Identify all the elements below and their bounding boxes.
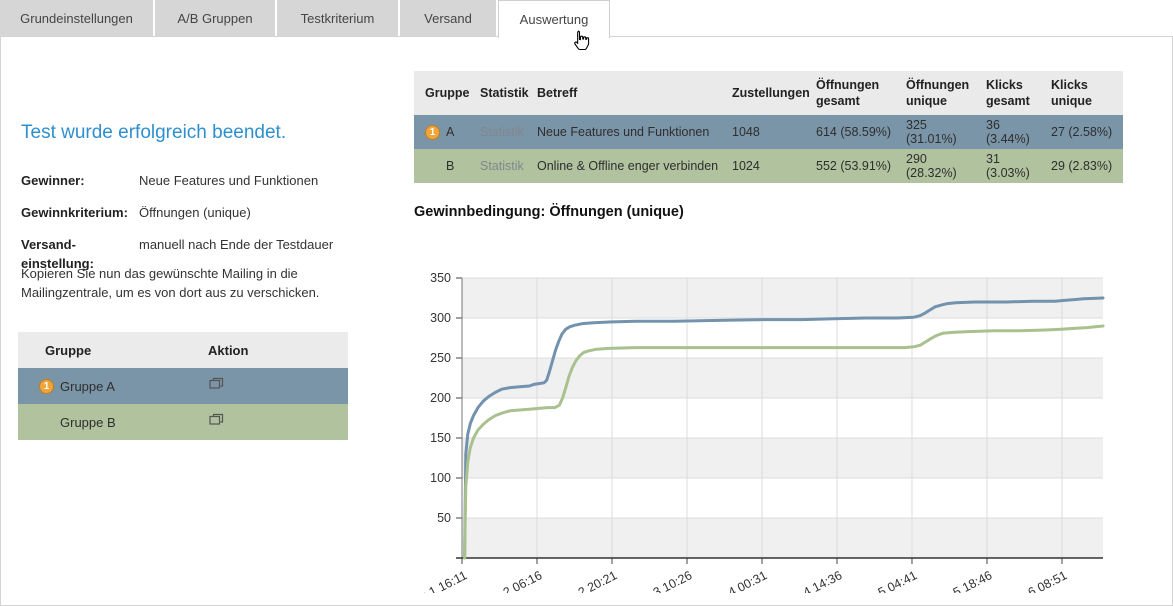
detail-gewinner: Gewinner: Neue Features und Funktionen xyxy=(21,172,381,191)
x-tick-label: Tag 5 18:46 xyxy=(930,568,995,593)
chart-band xyxy=(462,438,1103,478)
result-message: Test wurde erfolgreich beendet. xyxy=(21,122,286,144)
tab-auswertung[interactable]: Auswertung xyxy=(498,0,610,38)
detail-gewinnkriterium: Gewinnkriterium: Öffnungen (unique) xyxy=(21,204,381,223)
group-letter: A xyxy=(446,125,454,139)
stats-row-b: B Statistik Online & Offline enger verbi… xyxy=(414,149,1123,183)
chart-area: 50 100 150 200 250 300 350 Tag 1 16:11 Tag 2 06:… xyxy=(411,233,1173,593)
betreff-cell: Online & Offline enger verbinden xyxy=(537,159,732,173)
klicks-unique-cell: 27 (2.58%) xyxy=(1051,125,1123,139)
column-header-statistik: Statistik xyxy=(480,85,537,101)
klicks-gesamt-cell: 36 (3.44%) xyxy=(986,118,1051,146)
x-tick-label: Tag 4 14:36 xyxy=(780,568,845,593)
column-header-betreff: Betreff xyxy=(537,85,732,101)
detail-value: Öffnungen (unique) xyxy=(139,204,251,223)
group-table-header: Gruppe Aktion xyxy=(18,332,348,368)
group-name: Gruppe B xyxy=(60,415,116,430)
y-tick-label: 250 xyxy=(430,351,451,365)
tab-grundeinstellungen[interactable]: Grundeinstellungen xyxy=(0,0,153,36)
y-tick-label: 100 xyxy=(430,471,451,485)
oeffnungen-unique-cell: 325 (31.01%) xyxy=(906,118,986,146)
oeffnungen-gesamt-cell: 552 (53.91%) xyxy=(816,159,906,173)
statistik-link[interactable]: Statistik xyxy=(480,159,524,173)
ab-stats-table: Gruppe Statistik Betreff Zustellungen Öf… xyxy=(414,71,1123,183)
chart-band xyxy=(462,278,1103,318)
chart-canvas: 50 100 150 200 250 300 350 Tag 1 16:11 Tag 2 06:… xyxy=(411,233,1173,593)
column-header-zustellungen: Zustellungen xyxy=(732,85,816,101)
auswertung-panel: Test wurde erfolgreich beendet. Gewinner… xyxy=(0,36,1173,606)
chart-band xyxy=(462,358,1103,398)
y-tick-label: 150 xyxy=(430,431,451,445)
y-tick-label: 50 xyxy=(437,511,451,525)
chart-band xyxy=(462,518,1103,558)
column-header-aktion: Aktion xyxy=(208,343,248,358)
x-tick-label: Tag 3 10:26 xyxy=(630,568,695,593)
column-header-oeffnungen-unique: Öffnungen unique xyxy=(906,77,986,110)
x-tick-label: Tag 2 20:21 xyxy=(555,568,620,593)
zustellungen-cell: 1048 xyxy=(732,125,816,139)
column-header-oeffnungen-gesamt: Öffnungen gesamt xyxy=(816,77,906,110)
x-tick-label: Tag 2 06:16 xyxy=(480,568,545,593)
x-tick-label: Tag 5 04:41 xyxy=(855,568,920,593)
tab-versand[interactable]: Versand xyxy=(400,0,496,36)
copy-mailing-button[interactable] xyxy=(208,413,225,428)
tab-bar: Grundeinstellungen A/B Gruppen Testkrite… xyxy=(0,0,610,36)
group-row-b: Gruppe B xyxy=(18,404,348,440)
group-letter: B xyxy=(446,159,454,173)
detail-value: Neue Features und Funktionen xyxy=(139,172,318,191)
y-tick-label: 350 xyxy=(430,271,451,285)
y-tick-label: 300 xyxy=(430,311,451,325)
group-row-a: 1 Gruppe A xyxy=(18,368,348,404)
oeffnungen-unique-cell: 290 (28.32%) xyxy=(906,152,986,180)
column-header-klicks-gesamt: Klicks gesamt xyxy=(986,77,1051,110)
group-action-table: Gruppe Aktion 1 Gruppe A Gruppe B xyxy=(18,332,348,440)
klicks-gesamt-cell: 31 (3.03%) xyxy=(986,152,1051,180)
y-tick-label: 200 xyxy=(430,391,451,405)
stats-row-a: 1 A Statistik Neue Features und Funktion… xyxy=(414,115,1123,149)
group-name: Gruppe A xyxy=(60,379,115,394)
statistik-link[interactable]: Statistik xyxy=(480,125,524,139)
zustellungen-cell: 1024 xyxy=(732,159,816,173)
cursor-hand-icon xyxy=(571,29,591,58)
copy-mailing-button[interactable] xyxy=(208,377,225,392)
winner-medal-icon: 1 xyxy=(425,125,440,140)
tab-ab-gruppen[interactable]: A/B Gruppen xyxy=(155,0,275,36)
column-header-gruppe: Gruppe xyxy=(18,343,208,358)
column-header-klicks-unique: Klicks unique xyxy=(1051,77,1123,110)
x-tick-label: Tag 1 16:11 xyxy=(411,568,469,593)
copy-instruction-note: Kopieren Sie nun das gewünschte Mailing … xyxy=(21,265,343,303)
detail-label: Gewinnkriterium: xyxy=(21,204,139,223)
betreff-cell: Neue Features und Funktionen xyxy=(537,125,732,139)
oeffnungen-gesamt-cell: 614 (58.59%) xyxy=(816,125,906,139)
copy-icon xyxy=(208,377,225,392)
column-header-gruppe: Gruppe xyxy=(414,85,480,101)
chart-title: Gewinnbedingung: Öffnungen (unique) xyxy=(414,204,684,220)
x-tick-label: Tag 6 08:51 xyxy=(1005,568,1070,593)
tab-testkriterium[interactable]: Testkriterium xyxy=(277,0,398,36)
winner-medal-icon: 1 xyxy=(39,379,54,394)
detail-label: Gewinner: xyxy=(21,172,139,191)
copy-icon xyxy=(208,413,225,428)
x-tick-label: Tag 4 00:31 xyxy=(705,568,770,593)
klicks-unique-cell: 29 (2.83%) xyxy=(1051,159,1123,173)
stats-table-header: Gruppe Statistik Betreff Zustellungen Öf… xyxy=(414,71,1123,115)
